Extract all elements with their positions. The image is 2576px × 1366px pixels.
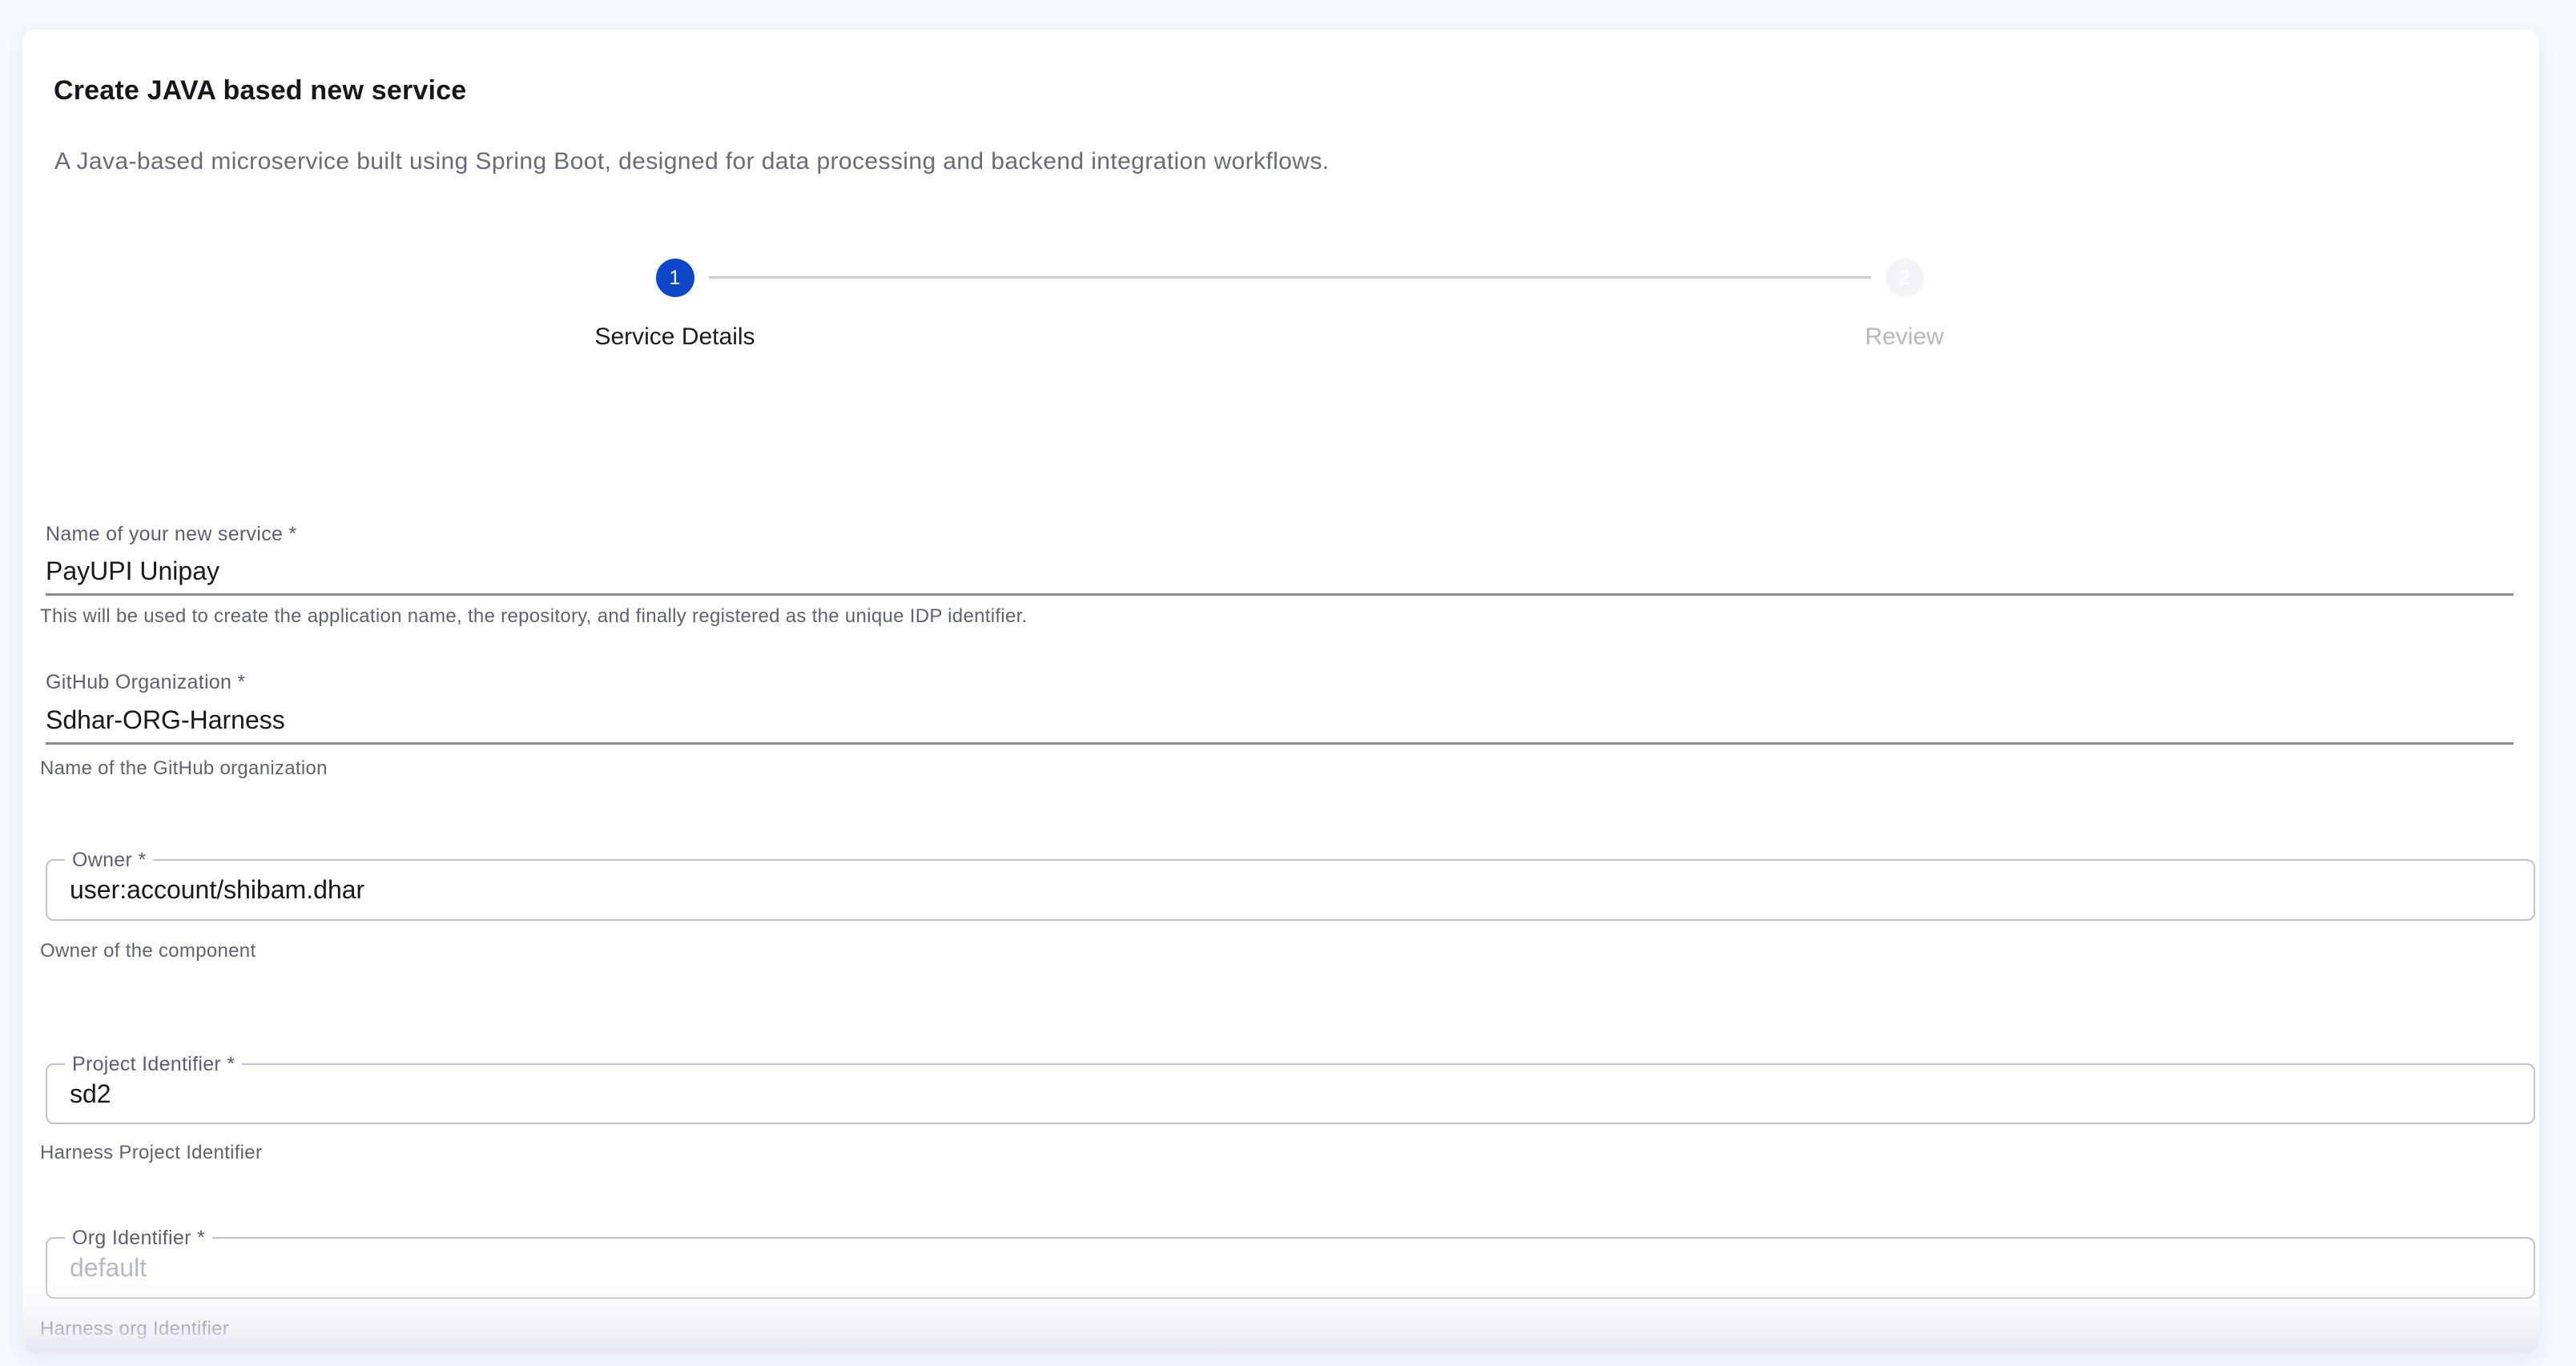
step-review: 2 Review [1290,259,2519,351]
service-name-input[interactable] [46,548,2514,596]
step-1-indicator: 1 [656,259,694,297]
page-description: A Java-based microservice built using Sp… [54,148,1329,175]
create-service-card: Create JAVA based new service A Java-bas… [22,30,2539,1353]
page-title: Create JAVA based new service [54,75,466,106]
project-identifier-input[interactable] [47,1065,2534,1123]
owner-input[interactable] [47,861,2534,919]
owner-field-box: Owner * [46,859,2535,921]
org-identifier-input[interactable] [47,1239,2534,1297]
step-service-details: 1 Service Details [60,259,1290,351]
github-org-label: GitHub Organization * [46,671,245,694]
org-identifier-field-box: Org Identifier * [46,1237,2535,1299]
service-name-label: Name of your new service * [46,523,296,546]
step-2-label: Review [1290,323,2519,351]
github-org-input[interactable] [46,697,2514,745]
org-identifier-helper: Harness org Identifier [40,1318,229,1340]
project-identifier-helper: Harness Project Identifier [40,1142,262,1164]
owner-helper: Owner of the component [40,940,256,962]
service-name-helper: This will be used to create the applicat… [40,605,1028,628]
project-identifier-field-box: Project Identifier * [46,1063,2535,1124]
step-2-indicator: 2 [1886,259,1924,297]
step-1-label: Service Details [60,323,1290,351]
wizard-stepper: 1 Service Details 2 Review [60,259,2519,371]
github-org-helper: Name of the GitHub organization [40,757,328,780]
